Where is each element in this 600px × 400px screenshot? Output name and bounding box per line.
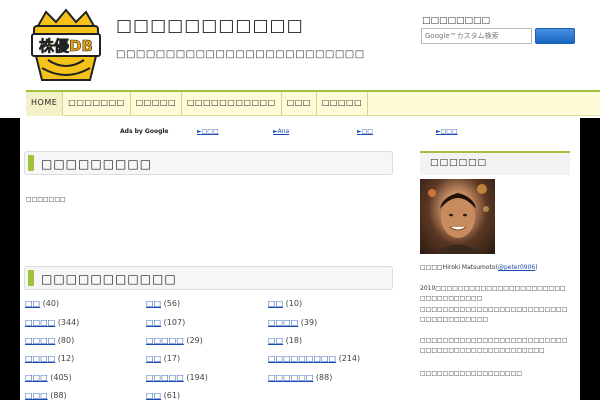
category-item: □□ (18)	[268, 336, 302, 345]
nav-item-3[interactable]: □□□□□	[131, 92, 182, 116]
category-link[interactable]: □□	[146, 318, 161, 327]
category-count: (405)	[50, 373, 72, 382]
category-count: (214)	[338, 354, 361, 363]
category-link[interactable]: □□□□	[25, 354, 55, 363]
site-header: 株優DB □□□□□□□□□□□ □□□□□□□□□□□□□□□□□□□□□□□…	[0, 0, 600, 90]
nav-item-home[interactable]: HOME	[26, 92, 64, 116]
ads-label[interactable]: Ads by Google	[120, 128, 168, 135]
category-count: (17)	[163, 354, 181, 363]
category-count: (40)	[42, 299, 60, 308]
category-count: (88)	[315, 373, 333, 382]
category-link[interactable]: □□□	[25, 373, 48, 382]
section-accent-bar	[28, 155, 34, 171]
profile-paragraph: 2010□□□□□□□□□□□□□□□□□□□□□□□□□□□□□□□□□□	[420, 285, 566, 302]
nav-item-5[interactable]: □□□	[282, 92, 317, 116]
category-link[interactable]: □□	[146, 354, 161, 363]
profile-paragraph: □□□□□□□□□□□□□□□□□□□□□□□□□□□□□□□□□□□□□□	[420, 306, 568, 323]
category-link[interactable]: □□	[146, 391, 161, 400]
category-item: □□□□□□ (88)	[268, 373, 332, 382]
site-title[interactable]: □□□□□□□□□□□	[116, 16, 304, 36]
profile-name-prefix: □□□□Hiroki Matsumoto(	[420, 264, 498, 271]
category-section-header: □□□□□□□□□□□	[24, 266, 393, 290]
news-section-header: □□□□□□□□□	[24, 151, 393, 175]
category-count: (80)	[57, 336, 75, 345]
category-item: □□□□ (39)	[268, 318, 317, 327]
category-item: □□ (107)	[146, 318, 185, 327]
search-input[interactable]	[421, 28, 532, 44]
category-count: (88)	[50, 391, 67, 400]
category-item: □□□□□□□□□ (214)	[268, 354, 360, 363]
nav-item-6[interactable]: □□□□□	[317, 92, 369, 116]
profile-section-title: □□□□□□	[430, 158, 488, 168]
ad-link-1[interactable]: ►□□□	[197, 128, 219, 135]
category-item: □□□ (405)	[25, 373, 72, 382]
section-accent-bar	[28, 270, 34, 286]
profile-photo	[420, 179, 495, 254]
profile-section-header: □□□□□□	[420, 151, 570, 175]
category-count: (39)	[300, 318, 318, 327]
category-link[interactable]: □□□□	[268, 318, 298, 327]
profile-name: □□□□Hiroki Matsumoto(@peter0906)	[420, 263, 570, 273]
category-link[interactable]: □□	[25, 299, 40, 308]
category-item: □□□ (88)	[25, 391, 67, 400]
category-item: □□□□ (344)	[25, 318, 79, 327]
site-description: □□□□□□□□□□□□□□□□□□□□□□□□□	[116, 49, 365, 60]
category-count: (61)	[163, 391, 181, 400]
news-section-title: □□□□□□□□□	[41, 157, 153, 171]
category-item: □□ (40)	[25, 299, 59, 308]
category-item: □□□□□ (29)	[146, 336, 203, 345]
category-count: (18)	[285, 336, 303, 345]
ad-link-4[interactable]: ►□□□	[436, 128, 458, 135]
category-count: (344)	[57, 318, 80, 327]
category-link[interactable]: □□□□	[25, 318, 55, 327]
category-link[interactable]: □□□□□	[146, 373, 184, 382]
category-count: (10)	[285, 299, 303, 308]
profile-photo-image	[428, 184, 489, 254]
category-count: (107)	[163, 318, 186, 327]
site-logo[interactable]: 株優DB	[28, 8, 104, 84]
category-count: (194)	[186, 373, 208, 382]
category-count: (29)	[186, 336, 203, 345]
category-link[interactable]: □□□□□□□□□	[268, 354, 336, 363]
twitter-handle-link[interactable]: @peter0906	[498, 264, 535, 271]
category-link[interactable]: □□	[268, 336, 283, 345]
category-item: □□□□ (80)	[25, 336, 74, 345]
profile-paragraph: □□□□□□□□□□□□□□□□□□□□□□□□□□□□□□□□□□□□□□□□…	[420, 337, 568, 354]
category-item: □□ (61)	[146, 391, 180, 400]
profile-name-suffix: )	[535, 264, 538, 271]
ad-link-2[interactable]: ►Ana	[273, 128, 289, 135]
nav-item-4[interactable]: □□□□□□□□□□□	[182, 92, 282, 116]
category-link[interactable]: □□□□□	[146, 336, 184, 345]
search-label: □□□□□□□□	[422, 16, 491, 26]
category-link[interactable]: □□	[146, 299, 161, 308]
category-item: □□ (10)	[268, 299, 302, 308]
profile-paragraph: □□□□□□□□□□□□□□□□□□	[420, 370, 523, 377]
nav-item-2[interactable]: □□□□□□□	[63, 92, 131, 116]
category-item: □□ (17)	[146, 354, 180, 363]
category-count: (12)	[57, 354, 75, 363]
category-link[interactable]: □□□	[25, 391, 48, 400]
nav-bar: HOME □□□□□□□ □□□□□ □□□□□□□□□□□ □□□ □□□□□	[0, 90, 600, 118]
category-link[interactable]: □□□□	[25, 336, 55, 345]
category-item: □□ (56)	[146, 299, 180, 308]
category-section-title: □□□□□□□□□□□	[41, 272, 177, 286]
main-content: Ads by Google ►□□□ ►Ana ►□□ ►□□□ □□□□□□□…	[20, 118, 580, 400]
category-item: □□□□ (12)	[25, 354, 74, 363]
search-button[interactable]	[535, 28, 575, 44]
nav-menu: HOME □□□□□□□ □□□□□ □□□□□□□□□□□ □□□ □□□□□	[26, 90, 600, 116]
category-link[interactable]: □□	[268, 299, 283, 308]
category-link[interactable]: □□□□□□	[268, 373, 313, 382]
category-item: □□□□□ (194)	[146, 373, 208, 382]
news-empty-text: □□□□□□□	[26, 196, 66, 203]
category-count: (56)	[163, 299, 181, 308]
ads-row: Ads by Google ►□□□ ►Ana ►□□ ►□□□	[20, 126, 580, 138]
ad-link-3[interactable]: ►□□	[357, 128, 373, 135]
svg-text:株優DB: 株優DB	[39, 37, 93, 55]
